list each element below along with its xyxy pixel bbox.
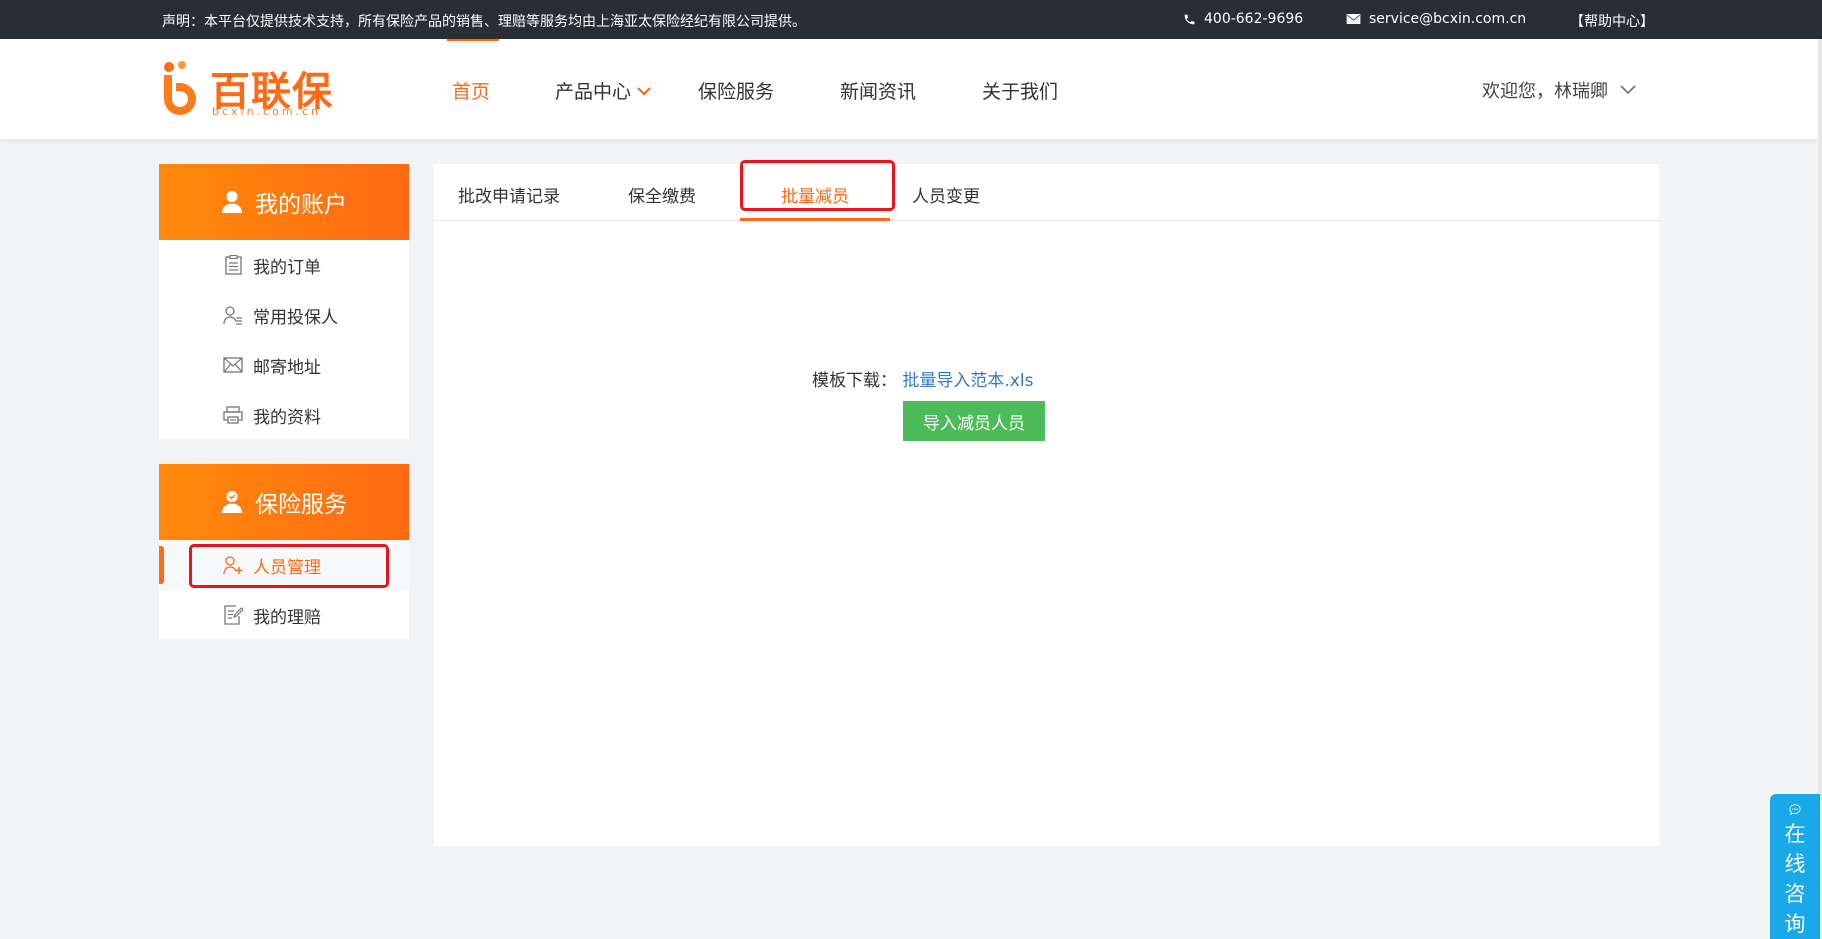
user-menu[interactable]: 欢迎您，林瑞卿 [1482,77,1636,103]
sidebar-item-label: 人员管理 [253,557,321,578]
tab-batch-reduction[interactable]: 批量减员 [781,182,849,207]
person-add-icon [223,555,243,575]
nav-about[interactable]: 关于我们 [982,77,1058,104]
chat-label: 在线咨询 [1784,822,1806,936]
account-card-title: 我的账户 [255,192,347,218]
import-reduction-button[interactable]: 导入减员人员 [903,401,1045,441]
nav-active-indicator [447,39,499,41]
nav-products[interactable]: 产品中心 [555,77,651,104]
mail-icon [1346,14,1361,24]
nav-products-label: 产品中心 [555,81,632,103]
user-greeting: 欢迎您，林瑞卿 [1482,81,1608,102]
sidebar-item-label: 邮寄地址 [253,357,321,378]
chevron-down-icon [637,86,651,96]
user-icon [222,191,242,213]
nav-insurance-service[interactable]: 保险服务 [698,77,774,104]
phone-number: 400-662-9696 [1204,11,1304,27]
online-chat-widget[interactable]: 在线咨询 [1770,794,1820,939]
sidebar-item-label: 我的订单 [253,257,321,278]
clipboard-icon [223,255,243,275]
chat-bubble-icon [1789,804,1801,815]
phone-contact: 400-662-9696 [1183,11,1303,27]
sidebar-item-label: 我的理赔 [253,607,321,628]
sidebar-item-policyholders[interactable]: 常用投保人 [159,290,409,340]
sidebar-item-orders[interactable]: 我的订单 [159,240,409,290]
service-card: 保险服务 人员管理 我的理赔 [159,464,409,639]
email-address: service@bcxin.com.cn [1369,11,1527,27]
account-card: 我的账户 我的订单 常用投保人 邮寄地址 我的资料 [159,164,409,439]
email-contact: service@bcxin.com.cn [1346,11,1526,27]
tab-active-indicator [740,218,890,221]
tab-preservation-payment[interactable]: 保全缴费 [628,182,696,207]
site-logo[interactable]: 百联保 bcxin.com.cn [160,59,335,119]
service-card-header: 保险服务 [159,464,409,540]
disclaimer-text: 声明：本平台仅提供技术支持，所有保险产品的销售、理赔等服务均由上海亚太保险经纪有… [162,14,806,30]
content-panel: 批改申请记录 保全缴费 批量减员 人员变更 模板下载： 批量导入范本.xls 导… [434,164,1659,846]
user-check-icon [222,491,242,513]
sidebar-item-personnel[interactable]: 人员管理 [159,540,409,590]
sidebar-item-claims[interactable]: 我的理赔 [159,590,409,640]
template-download-label: 模板下载： [812,371,897,391]
template-download-link[interactable]: 批量导入范本.xls [902,371,1033,391]
nav-home[interactable]: 首页 [452,77,490,104]
person-list-icon [223,305,243,325]
announcement-bar: 声明：本平台仅提供技术支持，所有保险产品的销售、理赔等服务均由上海亚太保险经纪有… [0,0,1822,39]
printer-icon [223,405,243,425]
logo-domain-text: bcxin.com.cn [212,105,322,118]
account-card-header: 我的账户 [159,164,409,240]
edit-doc-icon [223,605,243,625]
phone-icon [1184,14,1195,24]
sidebar-item-profile[interactable]: 我的资料 [159,390,409,440]
chevron-down-icon [1620,85,1636,95]
help-center-link[interactable]: 【帮助中心】 [1570,11,1654,31]
tab-bar: 批改申请记录 保全缴费 批量减员 人员变更 [434,164,1659,221]
sidebar-item-label: 我的资料 [253,407,321,428]
nav-news[interactable]: 新闻资讯 [840,77,916,104]
service-card-title: 保险服务 [255,492,347,518]
tab-personnel-change[interactable]: 人员变更 [912,182,980,207]
sidebar-item-label: 常用投保人 [253,307,338,328]
sidebar-item-addresses[interactable]: 邮寄地址 [159,340,409,390]
tab-endorsement-records[interactable]: 批改申请记录 [458,182,560,207]
logo-mark-icon [164,61,196,115]
envelope-icon [223,355,243,375]
template-download-row: 模板下载： 批量导入范本.xls [812,366,1033,391]
